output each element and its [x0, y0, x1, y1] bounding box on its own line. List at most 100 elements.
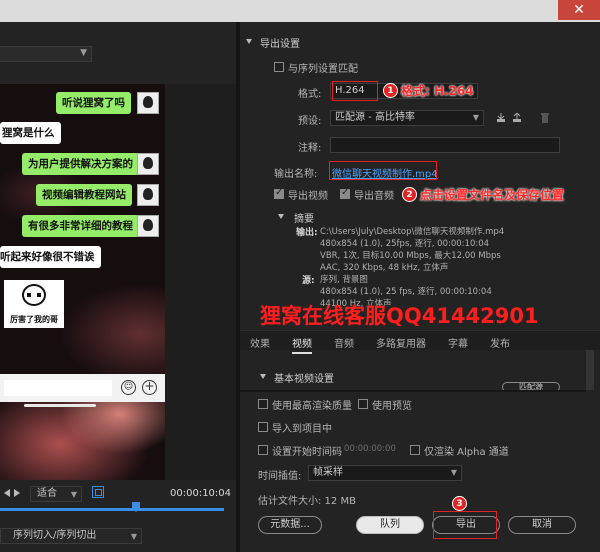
plus-icon: +	[142, 380, 157, 395]
step-badge: 2	[402, 187, 417, 202]
comment-label: 注释:	[298, 143, 322, 154]
export-audio-label: 导出音频	[354, 191, 394, 202]
close-window-button[interactable]: ✕	[558, 0, 600, 20]
chat-bubble: 有很多非常详细的教程	[22, 215, 139, 237]
output-key: 输出:	[296, 228, 318, 238]
comment-input[interactable]	[330, 137, 560, 153]
import-into-project-checkbox[interactable]	[258, 422, 268, 432]
chat-input-bar: ☺ +	[0, 374, 165, 402]
chevron-down-icon: ▼	[450, 468, 457, 477]
annotation-text: 格式: H.264	[401, 84, 474, 98]
divider	[240, 390, 586, 392]
tab-multiplexer[interactable]: 多路复用器	[376, 335, 426, 350]
chat-bubble: 狸窝是什么	[0, 122, 61, 144]
step-badge: 3	[452, 496, 467, 511]
tab-audio[interactable]: 音频	[334, 335, 354, 350]
zoom-fit-select[interactable]: 适合 ▼	[30, 486, 82, 502]
preview-controls: 适合 ▼ 00:00:10:04 序列切入/序列切出 ▼	[0, 480, 236, 552]
time-interpolation-select[interactable]: 帧采样 ▼	[308, 465, 462, 481]
summary-title: 摘要	[294, 214, 314, 225]
preset-value: 匹配源 - 高比特率	[335, 112, 415, 123]
watermark-text: 狸窝在线客服QQ41442901	[260, 304, 539, 328]
timecode-readout: 00:00:10:04	[170, 488, 232, 499]
step-badge: 1	[383, 83, 398, 98]
set-start-timecode-checkbox[interactable]	[258, 445, 268, 455]
render-alpha-label: 仅渲染 Alpha 通道	[424, 447, 509, 458]
queue-button[interactable]: 队列	[356, 516, 424, 534]
metadata-button[interactable]: 元数据...	[258, 516, 322, 534]
highlight-box	[332, 81, 378, 101]
source-key: 源:	[302, 276, 315, 286]
video-preview: 听说狸窝了吗 狸窝是什么 为用户提供解决方案的 视频编辑教程网站 有很多非常详细…	[0, 84, 165, 480]
cancel-button[interactable]: 取消	[508, 516, 576, 534]
tab-captions[interactable]: 字幕	[448, 335, 468, 350]
collapse-caret-icon[interactable]	[246, 39, 252, 44]
delete-preset-icon[interactable]	[540, 113, 550, 123]
start-timecode-value: 00:00:00:00	[344, 444, 396, 454]
source-preview-pane: ▼ 听说狸窝了吗 狸窝是什么 为用户提供解决方案的 视频编辑教程网站 有很多非常…	[0, 22, 236, 552]
highlight-box	[329, 161, 437, 180]
home-indicator	[24, 404, 96, 407]
import-into-project-label: 导入到项目中	[272, 424, 332, 435]
export-video-label: 导出视频	[288, 191, 328, 202]
source-line: 序列, 背景图	[320, 275, 368, 285]
step-forward-icon[interactable]	[14, 489, 20, 497]
chat-bubble: 听起来好像很不错诶	[0, 246, 101, 268]
estimated-file-size: 估计文件大小: 12 MB	[258, 496, 356, 507]
tab-publish[interactable]: 发布	[490, 335, 510, 350]
preset-select[interactable]: 匹配源 - 高比特率 ▼	[330, 110, 484, 126]
export-options: 使用最高渲染质量 使用预览 导入到项目中 设置开始时间码 00:00:00:00…	[240, 390, 600, 552]
settings-tabbar: 效果 视频 音频 多路复用器 字幕 发布	[240, 330, 600, 354]
chat-bubble: 听说狸窝了吗	[56, 92, 131, 114]
chevron-down-icon: ▼	[70, 490, 77, 499]
summary-caret-icon[interactable]	[278, 214, 284, 219]
chevron-down-icon: ▼	[130, 532, 137, 541]
use-preview-label: 使用预览	[372, 401, 412, 412]
basic-video-caret-icon[interactable]	[260, 374, 266, 379]
sticker-face-icon	[22, 284, 46, 306]
source-tab-select[interactable]: ▼	[0, 46, 92, 62]
format-label: 格式:	[298, 89, 322, 100]
export-video-checkbox[interactable]	[274, 187, 284, 199]
step-back-icon[interactable]	[4, 489, 10, 497]
output-line: 480x854 (1.0), 25fps, 逐行, 00:00:10:04	[320, 239, 490, 249]
tab-video[interactable]: 视频	[292, 335, 312, 354]
save-preset-icon[interactable]	[496, 113, 506, 123]
source-range-value: 序列切入/序列切出	[13, 530, 97, 541]
emoji-icon: ☺	[121, 380, 136, 395]
chat-bubble: 为用户提供解决方案的	[22, 153, 139, 175]
avatar	[137, 184, 159, 206]
max-render-quality-checkbox[interactable]	[258, 399, 268, 409]
zoom-fit-value: 适合	[37, 488, 57, 499]
import-preset-icon[interactable]	[512, 113, 522, 123]
sticker-image: 厉害了我的哥	[4, 280, 64, 328]
settings-scrollbar[interactable]	[586, 350, 594, 390]
output-name-label: 输出名称:	[274, 169, 318, 180]
render-alpha-checkbox[interactable]	[410, 445, 420, 455]
timeline-scrubber[interactable]	[0, 508, 224, 511]
avatar	[137, 92, 159, 114]
time-interpolation-label: 时间插值:	[258, 471, 302, 482]
output-line: VBR, 1次, 目标10.00 Mbps, 最大12.00 Mbps	[320, 251, 501, 261]
section-title: 导出设置	[260, 39, 300, 50]
chat-bubble: 视频编辑教程网站	[36, 184, 132, 206]
chat-input-field	[4, 380, 112, 396]
sticker-caption: 厉害了我的哥	[10, 315, 58, 324]
highlight-box	[433, 511, 497, 539]
use-preview-checkbox[interactable]	[358, 399, 368, 409]
avatar	[137, 215, 159, 237]
annotation-text: 点击设置文件名及保存位置	[420, 188, 565, 202]
basic-video-settings-title: 基本视频设置	[274, 374, 334, 385]
crop-icon[interactable]	[92, 486, 104, 498]
match-sequence-checkbox[interactable]	[274, 62, 284, 72]
chevron-down-icon: ▼	[80, 48, 87, 58]
window-titlebar: ✕	[0, 0, 600, 22]
max-render-quality-label: 使用最高渲染质量	[272, 401, 352, 412]
export-settings-panel: 导出设置 与序列设置匹配 格式: H.264 ▼ 1 格式: H.264 预设:…	[240, 22, 600, 552]
export-audio-checkbox[interactable]	[340, 187, 350, 199]
match-sequence-label: 与序列设置匹配	[288, 64, 358, 75]
source-range-select[interactable]: 序列切入/序列切出 ▼	[0, 528, 142, 544]
preset-label: 预设:	[298, 116, 322, 127]
tab-effects[interactable]: 效果	[250, 335, 270, 350]
source-line: 480x854 (1.0), 25 fps, 逐行, 00:00:10:04	[320, 287, 492, 297]
